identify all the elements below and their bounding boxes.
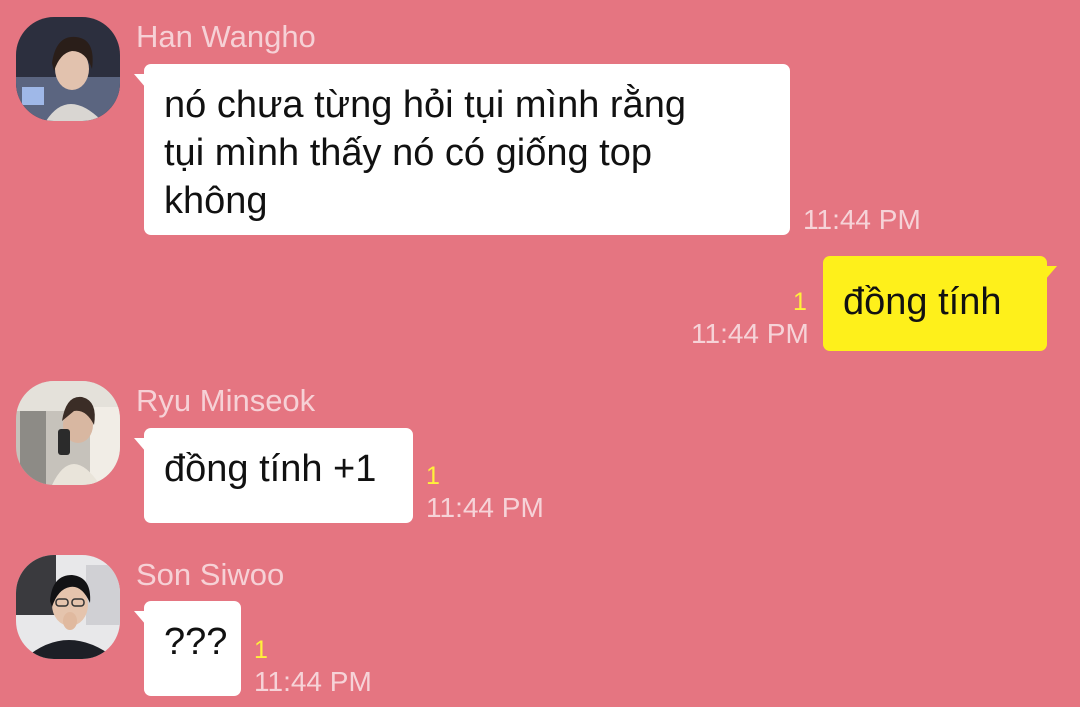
chat-room[interactable]: Han Wangho nó chưa từng hỏi tụi mình rằn… — [0, 0, 1080, 707]
unread-count: 1 — [426, 462, 440, 490]
avatar-son-siwoo[interactable] — [16, 555, 120, 659]
message-text-line: tụi mình thấy nó có giống top — [164, 132, 652, 174]
avatar-photo — [16, 17, 120, 121]
message-text-line: nó chưa từng hỏi tụi mình rằng — [164, 84, 686, 126]
avatar-ryu-minseok[interactable] — [16, 381, 120, 485]
message-bubble-incoming[interactable]: nó chưa từng hỏi tụi mình rằng tụi mình … — [134, 64, 790, 235]
message-bubble-incoming[interactable]: đồng tính +1 — [134, 428, 413, 523]
message-timestamp: 11:44 PM — [691, 318, 809, 349]
message-timestamp: 11:44 PM — [803, 204, 921, 235]
avatar-photo — [16, 381, 120, 485]
avatar-han-wangho[interactable] — [16, 17, 120, 121]
message-timestamp: 11:44 PM — [254, 666, 372, 697]
sender-name: Son Siwoo — [136, 557, 285, 592]
avatar-photo — [16, 555, 120, 659]
message-text-line: ??? — [164, 621, 228, 663]
message-text-line: đồng tính +1 — [164, 448, 377, 490]
message-bubble-outgoing[interactable]: đồng tính — [823, 256, 1057, 351]
message-text-line: không — [164, 180, 268, 222]
unread-count: 1 — [793, 288, 807, 316]
unread-count: 1 — [254, 636, 268, 664]
sender-name: Ryu Minseok — [136, 383, 316, 418]
message-timestamp: 11:44 PM — [426, 492, 544, 523]
message-text-line: đồng tính — [843, 281, 1002, 323]
message-bubble-incoming[interactable]: ??? — [134, 601, 241, 696]
sender-name: Han Wangho — [136, 19, 316, 54]
